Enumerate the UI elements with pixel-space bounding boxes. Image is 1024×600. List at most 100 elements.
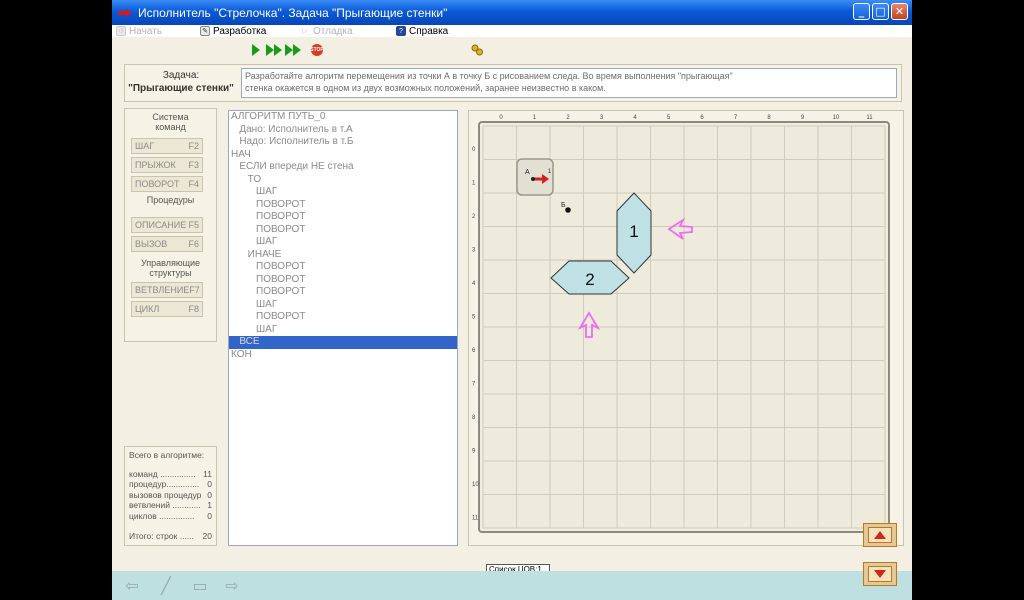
menu-help[interactable]: ? Справка xyxy=(392,25,492,37)
row-label: 6 xyxy=(472,348,476,354)
program-editor[interactable]: АЛГОРИТМ ПУТЬ_0 Дано: Исполнитель в т.А … xyxy=(228,110,458,546)
arrow-app-icon xyxy=(118,8,132,17)
program-line[interactable]: ШАГ xyxy=(229,324,457,337)
step-command-button[interactable]: ШАГ F2 xyxy=(131,138,203,154)
jump-command-button[interactable]: ПРЫЖОК F3 xyxy=(131,157,203,173)
debug-icon: ▷ xyxy=(302,28,308,35)
program-line[interactable]: ТО xyxy=(229,174,457,187)
col-label: 11 xyxy=(866,115,873,121)
title-bar[interactable]: Исполнитель "Стрелочка". Задача "Прыгающ… xyxy=(112,0,912,25)
settings-button[interactable] xyxy=(470,43,484,57)
task-panel: Задача: "Прыгающие стенки" Разработайте … xyxy=(124,64,902,102)
forward-arrow-icon[interactable]: ⇨ xyxy=(222,578,242,594)
loop-command-button[interactable]: ЦИКЛ F8 xyxy=(131,301,203,317)
command-palette: Система команд ШАГ F2 ПРЫЖОК F3 ПОВОРОТ F4 … xyxy=(124,108,217,342)
task-description: Разработайте алгоритм перемещения из точ… xyxy=(241,68,897,98)
col-label: 5 xyxy=(667,115,671,121)
program-line[interactable]: ПОВОРОТ xyxy=(229,261,457,274)
program-line[interactable]: ПОВОРОТ xyxy=(229,199,457,212)
minimize-button[interactable]: _ xyxy=(853,3,870,20)
program-line[interactable]: Надо: Исполнитель в т.Б xyxy=(229,136,457,149)
col-label: 4 xyxy=(633,115,637,121)
col-label: 8 xyxy=(767,115,771,121)
program-line[interactable]: ИНАЧЕ xyxy=(229,249,457,262)
run-button[interactable] xyxy=(250,43,262,57)
program-line[interactable]: ПОВОРОТ xyxy=(229,286,457,299)
close-button[interactable]: ✕ xyxy=(891,3,908,20)
program-line[interactable]: КОН xyxy=(229,349,457,362)
screen-icon[interactable]: ▭ xyxy=(190,578,210,594)
stat-commands: команд ............... 11 xyxy=(129,468,212,479)
row-label: 1 xyxy=(472,181,476,187)
point-a-cell xyxy=(516,158,554,196)
bottom-nav-bar: ⇦ ╱ ▭ ⇨ xyxy=(112,571,912,600)
program-line[interactable]: ЕСЛИ впереди НЕ стена xyxy=(229,161,457,174)
program-line[interactable]: ПОВОРОТ xyxy=(229,311,457,324)
algorithm-stats: Всего в алгоритме: команд ..............… xyxy=(124,446,217,546)
turn-command-button[interactable]: ПОВОРОТ F4 xyxy=(131,176,203,192)
menu-debug[interactable]: ▷ Отладка xyxy=(296,25,392,37)
stats-title: Всего в алгоритме: xyxy=(129,450,205,460)
field-grid[interactable]: 0 1 2 3 4 5 6 7 8 9 10 1101234567891011А 1Б12 xyxy=(469,111,905,547)
program-line[interactable]: ШАГ xyxy=(229,236,457,249)
col-label: 10 xyxy=(833,115,840,121)
procedures-section-title: Процедуры xyxy=(146,195,195,205)
help-icon: ? xyxy=(396,26,406,36)
program-line[interactable]: ПОВОРОТ xyxy=(229,211,457,224)
wall-2-label: 2 xyxy=(585,270,594,289)
fast-run-button[interactable] xyxy=(285,43,301,57)
call-procedure-button[interactable]: ВЫЗОВ F6 xyxy=(131,236,203,252)
row-label: 8 xyxy=(472,415,476,421)
row-label: 10 xyxy=(472,482,479,488)
program-line[interactable]: ПОВОРОТ xyxy=(229,224,457,237)
program-line[interactable]: ШАГ xyxy=(229,186,457,199)
scroll-up-button[interactable] xyxy=(863,523,897,547)
main-window: Исполнитель "Стрелочка". Задача "Прыгающ… xyxy=(112,0,912,600)
program-line[interactable]: Дано: Исполнитель в т.А xyxy=(229,124,457,137)
down-arrow-icon xyxy=(874,570,886,578)
menu-start[interactable]: ↺ Начать xyxy=(112,25,196,37)
program-line[interactable]: ВСЕ xyxy=(229,336,457,349)
program-line[interactable]: ПОВОРОТ xyxy=(229,274,457,287)
program-line[interactable]: НАЧ xyxy=(229,149,457,162)
point-b-label: Б xyxy=(561,202,566,209)
back-arrow-icon[interactable]: ⇦ xyxy=(122,578,142,594)
executor-dot xyxy=(531,177,535,181)
col-label: 0 xyxy=(499,115,503,121)
task-name: "Прыгающие стенки" xyxy=(128,83,234,94)
col-label: 7 xyxy=(734,115,738,121)
scroll-down-button[interactable] xyxy=(863,562,897,586)
task-label: Задача: xyxy=(162,70,200,81)
row-label: 7 xyxy=(472,382,476,388)
program-line[interactable]: ШАГ xyxy=(229,299,457,312)
stat-branches: ветвлений ............ 1 xyxy=(129,500,212,510)
col-label: 2 xyxy=(566,115,570,121)
fast-forward-icon xyxy=(285,44,293,56)
pen-icon[interactable]: ╱ xyxy=(156,578,176,594)
play-icon xyxy=(252,44,260,56)
maximize-button[interactable]: □ xyxy=(872,3,889,20)
row-label: 0 xyxy=(472,147,476,153)
stop-button[interactable]: STOP xyxy=(310,43,324,57)
row-label: 3 xyxy=(472,248,476,254)
stat-procedure-calls: вызовов процедур 0 xyxy=(129,489,212,500)
stop-icon: STOP xyxy=(310,44,324,56)
row-label: 2 xyxy=(472,214,476,220)
describe-procedure-button[interactable]: ОПИСАНИЕ F5 xyxy=(131,217,203,233)
step-button[interactable] xyxy=(266,43,282,57)
stat-procedures: процедур.............. 0 xyxy=(129,479,212,489)
field-panel: 0 1 2 3 4 5 6 7 8 9 10 11 0 1 2 3 4 5 6 7 8 9 10 11 А 1 Б 1 2 xyxy=(468,110,904,546)
commands-section-title: Система команд xyxy=(152,112,189,132)
col-label: 3 xyxy=(600,115,604,121)
up-arrow-icon xyxy=(874,531,886,539)
toolbar: STOP xyxy=(112,40,912,60)
program-line[interactable]: АЛГОРИТМ ПУТЬ_0 xyxy=(229,111,457,124)
row-label: 4 xyxy=(472,281,476,287)
step-icon xyxy=(266,44,274,56)
menu-development[interactable]: ✎ Разработка xyxy=(196,25,296,37)
col-label: 6 xyxy=(700,115,704,121)
stat-total-lines: Итого: строк ...... 20 xyxy=(129,531,212,541)
point-a-label: А xyxy=(525,169,530,176)
branch-command-button[interactable]: ВЕТВЛЕНИЕ F7 xyxy=(131,282,203,298)
menu-bar: ↺ Начать ✎ Разработка ▷ Отладка ? Справка xyxy=(112,25,912,37)
